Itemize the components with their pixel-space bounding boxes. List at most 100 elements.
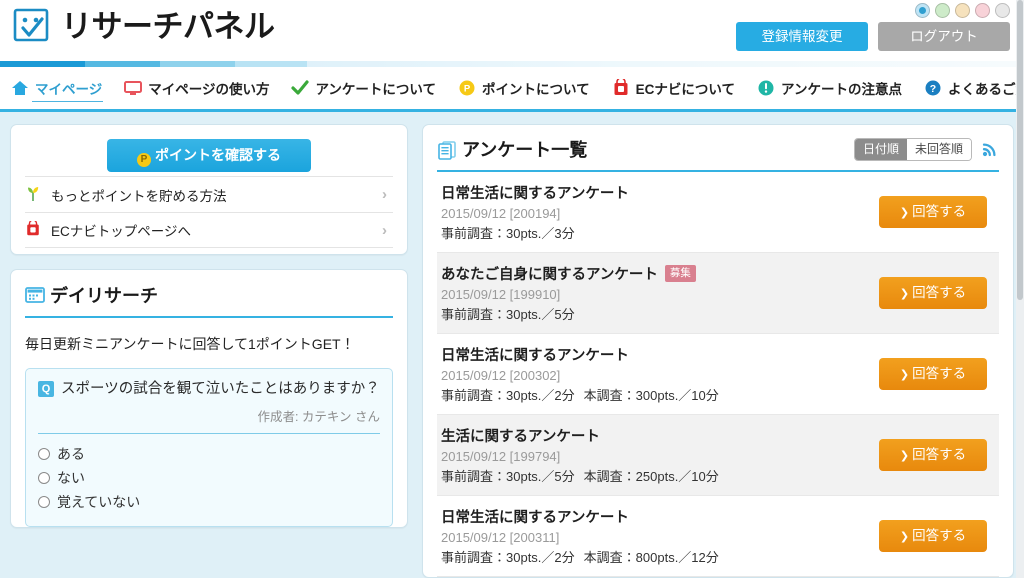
divider	[38, 433, 380, 435]
theme-color-picker[interactable]	[915, 3, 1010, 18]
nav-item-mypage[interactable]: マイページ	[10, 67, 104, 109]
answer-button-label: 回答する	[912, 528, 967, 543]
sort-option-unanswered[interactable]: 未回答順	[906, 138, 971, 160]
home-icon	[11, 79, 29, 97]
chevron-right-icon: ›	[382, 186, 387, 203]
survey-date-id: 2015/09/12 [199910]	[441, 287, 561, 302]
survey-pre-info: 事前調査：30pts.／5分	[441, 307, 575, 322]
nav-label: マイページの使い方	[148, 82, 270, 97]
svg-text:P: P	[464, 84, 471, 95]
answer-option-1[interactable]: ある	[38, 442, 380, 466]
sidebar: P ポイントを確認する もっとポイントを貯める方法 › ECナビトップページへ …	[10, 124, 408, 529]
nav-label: アンケートについて	[315, 82, 437, 97]
point-coin-icon: P	[458, 79, 476, 97]
daily-research-header: デイリサーチ	[25, 282, 393, 318]
question-author: 作成者: カテキン さん	[257, 410, 380, 425]
main-content: アンケート一覧 日付順 未回答順 日常生活に関するアンケート 2015/09/1…	[422, 124, 1014, 578]
answer-button-label: 回答する	[912, 447, 967, 462]
warning-icon	[757, 79, 775, 97]
calendar-icon	[25, 286, 45, 304]
theme-dot-blue[interactable]	[915, 3, 930, 18]
radio-icon[interactable]	[38, 472, 50, 485]
answer-button[interactable]: ❯ 回答する	[879, 277, 987, 309]
chevron-right-icon: ❯	[899, 450, 910, 462]
sidebar-item-ecnavi-top[interactable]: ECナビトップページへ ›	[25, 212, 393, 248]
table-row[interactable]: 生活に関するアンケート 2015/09/12 [199794] 事前調査：30p…	[437, 415, 999, 496]
survey-list-header: アンケート一覧 日付順 未回答順	[437, 136, 999, 172]
chevron-right-icon: ❯	[899, 531, 910, 543]
theme-dot-pink[interactable]	[975, 3, 990, 18]
question-icon: ?	[924, 79, 942, 97]
survey-list-card: アンケート一覧 日付順 未回答順 日常生活に関するアンケート 2015/09/1…	[422, 124, 1014, 578]
check-icon	[291, 79, 310, 97]
ecnavi-bag-icon	[25, 219, 43, 239]
ecnavi-bag-icon	[612, 77, 630, 97]
radio-icon[interactable]	[38, 496, 50, 509]
theme-dot-gray[interactable]	[995, 3, 1010, 18]
survey-date-id: 2015/09/12 [199794]	[441, 449, 561, 464]
survey-title: 日常生活に関するアンケート	[441, 348, 629, 364]
answer-option-3[interactable]: 覚えていない	[38, 490, 380, 514]
theme-dot-orange[interactable]	[955, 3, 970, 18]
sort-toggle[interactable]: 日付順 未回答順	[853, 137, 972, 161]
answer-option-label: ある	[57, 446, 85, 463]
survey-main-info: 本調査：250pts.／10分	[583, 469, 719, 484]
answer-button[interactable]: ❯ 回答する	[879, 196, 987, 228]
page-scrollbar[interactable]	[1016, 0, 1024, 578]
survey-date-id: 2015/09/12 [200311]	[441, 530, 560, 545]
sidebar-item-label: ECナビトップページへ	[51, 224, 191, 239]
survey-main-info: 本調査：300pts.／10分	[583, 388, 719, 403]
daily-research-card: デイリサーチ 毎日更新ミニアンケートに回答して1ポイントGET！ Q スポーツの…	[10, 269, 408, 529]
sidebar-item-earn-more-points[interactable]: もっとポイントを貯める方法 ›	[25, 176, 393, 212]
survey-pre-info: 事前調査：30pts.／2分	[441, 550, 575, 565]
scrollbar-thumb[interactable]	[1017, 0, 1023, 300]
monitor-icon	[124, 79, 143, 97]
table-row[interactable]: 日常生活に関するアンケート 2015/09/12 [200311] 事前調査：3…	[437, 496, 999, 577]
radio-icon[interactable]	[38, 448, 50, 461]
nav-item-survey-notes[interactable]: アンケートの注意点	[756, 67, 903, 109]
answer-button-label: 回答する	[912, 285, 967, 300]
answer-button[interactable]: ❯ 回答する	[879, 520, 987, 552]
sidebar-item-label: もっとポイントを貯める方法	[51, 188, 227, 204]
nav-item-about-points[interactable]: P ポイントについて	[457, 67, 591, 109]
nav-label: アンケートの注意点	[781, 82, 902, 97]
survey-date-id: 2015/09/12 [200302]	[441, 368, 561, 383]
nav-item-about-ecnavi[interactable]: ECナビについて	[611, 67, 736, 109]
page-body: P ポイントを確認する もっとポイントを貯める方法 › ECナビトップページへ …	[0, 112, 1024, 578]
nav-item-about-survey[interactable]: アンケートについて	[290, 67, 437, 109]
nav-label: よくあるご質問	[947, 82, 1024, 97]
answer-button[interactable]: ❯ 回答する	[879, 439, 987, 471]
point-coin-icon: P	[137, 153, 151, 167]
svg-text:?: ?	[930, 83, 936, 95]
question-text: スポーツの試合を観て泣いたことはありますか？	[61, 381, 380, 397]
survey-list-title: アンケート一覧	[462, 140, 588, 160]
chevron-right-icon: ❯	[899, 207, 910, 219]
table-row[interactable]: 日常生活に関するアンケート 2015/09/12 [200194] 事前調査：3…	[437, 172, 999, 253]
answer-option-label: 覚えていない	[57, 494, 141, 511]
register-info-change-button[interactable]: 登録情報変更	[736, 22, 868, 51]
daily-research-title: デイリサーチ	[50, 286, 158, 306]
logo[interactable]: リサーチパネル	[12, 6, 275, 46]
answer-button[interactable]: ❯ 回答する	[879, 358, 987, 390]
answer-option-2[interactable]: ない	[38, 466, 380, 490]
sort-option-by-date[interactable]: 日付順	[854, 138, 907, 160]
nav-label: マイページ	[35, 82, 103, 97]
chevron-right-icon: ›	[382, 221, 387, 239]
theme-dot-green[interactable]	[935, 3, 950, 18]
rss-icon[interactable]	[981, 140, 999, 158]
table-row[interactable]: 日常生活に関するアンケート 2015/09/12 [200302] 事前調査：3…	[437, 334, 999, 415]
nav-label: ECナビについて	[635, 82, 735, 97]
check-points-button[interactable]: P ポイントを確認する	[107, 139, 311, 172]
chevron-right-icon: ❯	[899, 288, 910, 300]
survey-title: あなたご自身に関するアンケート	[441, 267, 658, 283]
points-card: P ポイントを確認する もっとポイントを貯める方法 › ECナビトップページへ …	[10, 124, 408, 255]
survey-pre-info: 事前調査：30pts.／3分	[441, 226, 575, 241]
table-row[interactable]: あなたご自身に関するアンケート 募集 2015/09/12 [199910] 事…	[437, 253, 999, 334]
logout-button[interactable]: ログアウト	[878, 22, 1010, 51]
status-badge: 募集	[664, 265, 696, 282]
nav-item-how-to-use[interactable]: マイページの使い方	[123, 67, 270, 109]
main-navigation: マイページ マイページの使い方 アンケートについて P ポイントについて ECナ…	[0, 67, 1024, 112]
survey-title: 生活に関するアンケート	[441, 429, 600, 445]
nav-item-faq[interactable]: ? よくあるご質問	[923, 67, 1024, 109]
survey-date-id: 2015/09/12 [200194]	[441, 206, 561, 221]
